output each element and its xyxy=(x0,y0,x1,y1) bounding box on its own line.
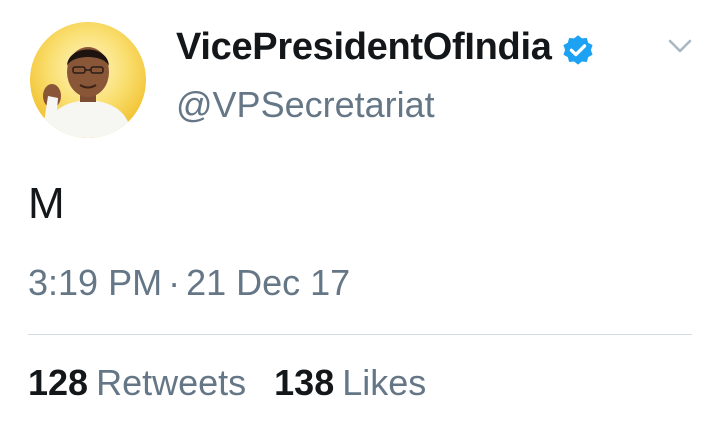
verified-badge-icon xyxy=(563,35,593,65)
profile-photo-icon xyxy=(43,47,132,138)
divider xyxy=(28,334,692,335)
avatar[interactable] xyxy=(30,22,146,138)
likes-label: Likes xyxy=(342,362,427,403)
tweet-detail: VicePresidentOfIndia @VPSecretariat M 3:… xyxy=(0,0,720,422)
tweet-time: 3:19 PM xyxy=(28,262,163,303)
display-name[interactable]: VicePresidentOfIndia xyxy=(176,26,552,70)
retweets-stat[interactable]: 128 Retweets xyxy=(28,362,246,403)
tweet-text: M xyxy=(28,179,65,228)
tweet-date: 21 Dec 17 xyxy=(186,262,351,303)
retweets-label: Retweets xyxy=(96,362,247,403)
tweet-timestamp: 3:19 PM · 21 Dec 17 xyxy=(28,262,350,303)
likes-stat[interactable]: 138 Likes xyxy=(274,362,426,403)
tweet-stats: 128 Retweets 138 Likes xyxy=(28,362,426,403)
user-handle[interactable]: @VPSecretariat xyxy=(176,84,435,125)
likes-count: 138 xyxy=(274,362,335,403)
chevron-down-icon[interactable] xyxy=(664,34,696,58)
retweets-count: 128 xyxy=(28,362,89,403)
timestamp-separator: · xyxy=(168,262,181,303)
